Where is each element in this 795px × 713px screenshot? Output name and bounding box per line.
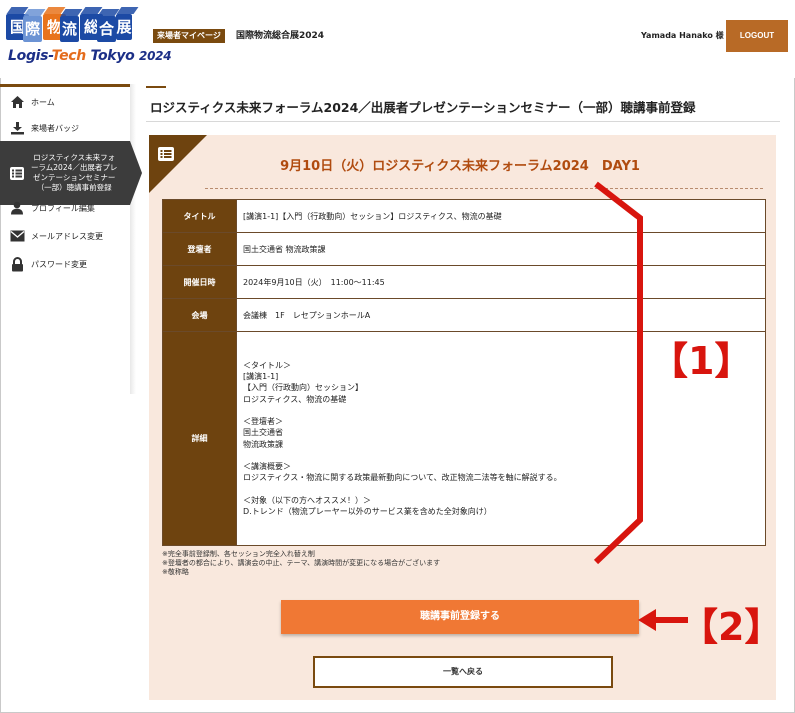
row-value: 2024年9月10日（火） 11:00〜11:45 [236,265,766,299]
list-icon [158,146,174,161]
sidebar-item-email[interactable]: メールアドレス変更 [0,226,128,246]
logo-char: 展 [116,14,132,40]
mail-icon [9,228,25,244]
row-label: タイトル [162,199,237,233]
download-icon [9,120,25,136]
sidebar-top-rule [0,84,130,87]
row-label: 登壇者 [162,232,237,266]
session-day-title: 9月10日（火）ロジスティクス未来フォーラム2024 DAY1 [280,159,640,174]
note-line: ※敬称略 [162,568,189,576]
annotation-label-1: 【1】 [650,339,753,383]
logo-wordmark: Logis-Tech Tokyo 2024 [8,48,172,64]
logo[interactable]: 国 際 物 流 総 合 展 Logis-Tech Tokyo 2024 [6,6,172,72]
logo-char: 合 [97,16,116,42]
sidebar-shadow [130,84,136,394]
row-label: 開催日時 [162,265,237,299]
row-value: 国土交通省 物流政策課 [236,232,766,266]
home-icon [9,94,25,110]
logout-button[interactable]: LOGOUT [726,20,788,52]
note-line: ※完全事前登録制、各セッション完全入れ替え制 [162,550,315,558]
title-divider [146,121,780,122]
sidebar-item-label: 来場者バッジ [31,123,79,133]
sidebar-item-label: ホーム [31,97,55,107]
table-row: 会場 会議棟 1F レセプションホールA [162,298,766,332]
sidebar-item-badge[interactable]: 来場者バッジ [0,118,128,138]
register-button[interactable]: 聴講事前登録する [281,600,639,634]
list-icon [9,165,25,181]
mypage-badge: 来場者マイページ [153,29,225,43]
page-title: ロジスティクス未来フォーラム2024／出展者プレゼンテーションセミナー（一部）聴… [150,100,696,115]
sidebar-item-password[interactable]: パスワード変更 [0,254,128,274]
row-value: [講演1-1]【入門（行政動向）セッション】ロジスティクス、物流の基礎 [236,199,766,233]
sidebar-item-label: ロジスティクス未来フォ ーラム2024／出展者プレ ゼンテーションセミナー （一… [31,153,118,192]
day-divider [205,188,763,189]
sidebar-item-label: パスワード変更 [31,259,87,269]
logo-blocks: 国 際 物 流 総 合 展 [6,6,132,42]
logo-char: 際 [23,16,42,42]
row-value: 会議棟 1F レセプションホールA [236,298,766,332]
sidebar-item-label: プロフィール編集 [31,203,95,213]
row-label: 詳細 [162,331,237,546]
sidebar-item-profile[interactable]: プロフィール編集 [0,198,128,218]
user-icon [9,200,25,216]
back-to-list-button[interactable]: 一覧へ戻る [313,656,613,688]
user-name: Yamada Hanako 様 [641,31,724,40]
table-row: 登壇者 国土交通省 物流政策課 [162,232,766,266]
lock-icon [9,256,25,272]
event-name: 国際物流総合展2024 [236,31,325,41]
row-label: 会場 [162,298,237,332]
site-header: 国 際 物 流 総 合 展 Logis-Tech Tokyo 2024 来場者マ… [0,0,795,78]
logo-char: 流 [60,16,79,42]
sidebar-item-seminar-registration[interactable]: ロジスティクス未来フォ ーラム2024／出展者プレ ゼンテーションセミナー （一… [0,141,142,205]
table-row: 開催日時 2024年9月10日（火） 11:00〜11:45 [162,265,766,299]
title-accent [146,86,166,88]
note-line: ※登壇者の都合により、講演会の中止、テーマ、講演時間が変更になる場合がございます [162,559,441,567]
table-row: タイトル [講演1-1]【入門（行政動向）セッション】ロジスティクス、物流の基礎 [162,199,766,233]
sidebar-item-label: メールアドレス変更 [31,231,103,241]
notes: ※完全事前登録制、各セッション完全入れ替え制 ※登壇者の都合により、講演会の中止… [162,550,440,577]
sidebar-item-home[interactable]: ホーム [0,92,128,112]
annotation-label-2: 【2】 [680,605,783,649]
